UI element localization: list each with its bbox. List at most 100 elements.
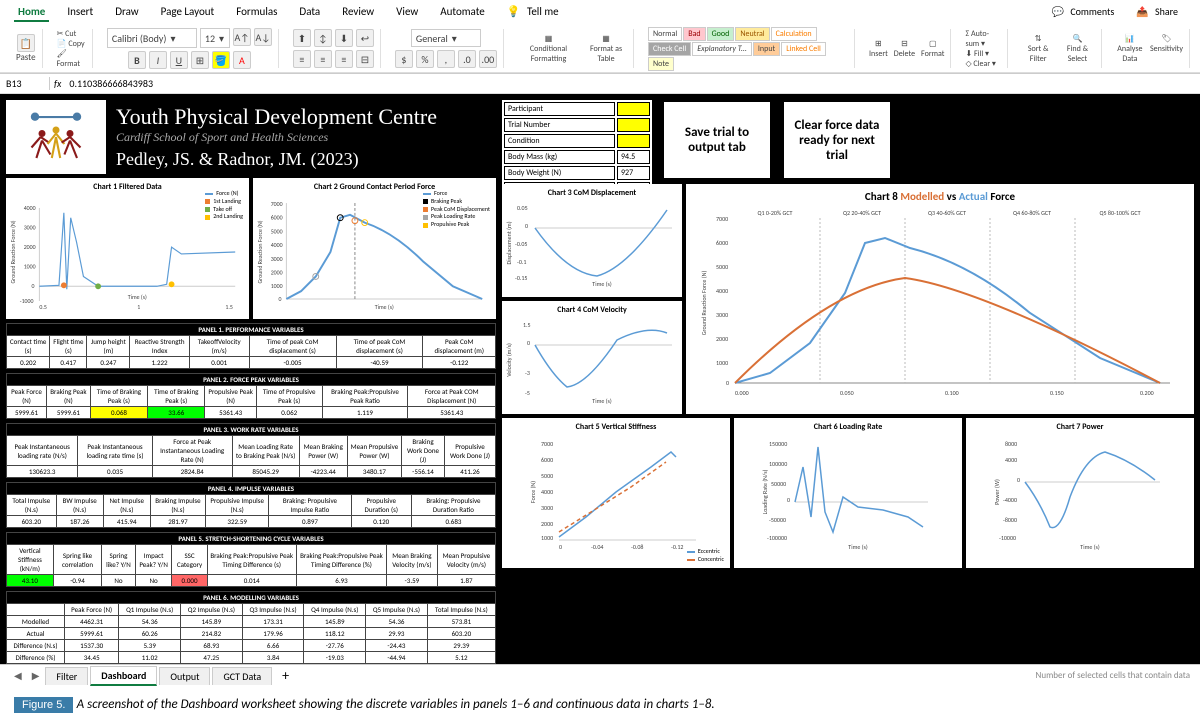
increase-decimal-icon[interactable]: .0 — [458, 50, 476, 68]
table-cell[interactable]: 0.120 — [351, 516, 411, 528]
table-cell[interactable]: 11.02 — [119, 652, 181, 664]
sheet-nav-next-icon[interactable]: ▶ — [28, 669, 44, 682]
table-cell[interactable]: 603.20 — [7, 516, 57, 528]
table-cell[interactable]: 130623.3 — [7, 466, 78, 478]
table-cell[interactable]: Spring like? Y/N — [102, 545, 135, 575]
table-cell[interactable]: 0.062 — [256, 407, 322, 419]
sheet-nav-prev-icon[interactable]: ◀ — [10, 669, 26, 682]
table-cell[interactable]: Braking Peak (N) — [47, 386, 91, 407]
table-cell[interactable]: 145.89 — [181, 616, 243, 628]
merge-button[interactable]: ⊟ — [356, 50, 374, 68]
table-cell[interactable]: SSC Category — [172, 545, 207, 575]
add-sheet-button[interactable]: + — [274, 667, 297, 684]
table-cell[interactable] — [7, 604, 65, 616]
table-cell[interactable]: 415.94 — [103, 516, 150, 528]
table-cell[interactable]: Propulsive Impulse (N.s) — [206, 495, 269, 516]
table-cell[interactable]: 0.683 — [411, 516, 495, 528]
table-cell[interactable]: 85045.29 — [232, 466, 299, 478]
table-cell[interactable]: 0.035 — [78, 466, 152, 478]
table-cell[interactable]: No — [102, 575, 135, 587]
save-trial-button[interactable]: Save trial to output tab — [662, 100, 772, 180]
style-neutral[interactable]: Neutral — [735, 27, 769, 41]
table-cell[interactable]: Peak Force (N) — [7, 386, 47, 407]
delete-cells-button[interactable]: ⊟Delete — [894, 39, 915, 59]
table-cell[interactable]: 0.001 — [189, 357, 249, 369]
tab-insert[interactable]: Insert — [63, 3, 97, 22]
table-cell[interactable]: -0.005 — [249, 357, 336, 369]
format-painter-button[interactable]: 🖌 Format — [57, 49, 86, 69]
align-right-icon[interactable]: ≡ — [335, 50, 353, 68]
sheet-tab-gct-data[interactable]: GCT Data — [212, 667, 272, 685]
share-button[interactable]: 📤 Share — [1132, 3, 1186, 22]
table-cell[interactable]: 47.25 — [181, 652, 243, 664]
table-cell[interactable]: BW Impulse (N.s) — [56, 495, 103, 516]
table-cell[interactable]: -40.59 — [336, 357, 423, 369]
table-cell[interactable]: 214.82 — [181, 628, 243, 640]
copy-button[interactable]: 📄 Copy — [57, 39, 85, 49]
table-cell[interactable]: TakeoffVelocity (m/s) — [189, 336, 249, 357]
table-cell[interactable]: Spring like correlation — [53, 545, 101, 575]
format-as-table-button[interactable]: ▦Format as Table — [585, 34, 627, 64]
table-cell[interactable]: Actual — [7, 628, 65, 640]
analyse-data-button[interactable]: 📊Analyse Data — [1116, 34, 1144, 64]
align-center-icon[interactable]: ≡ — [314, 50, 332, 68]
table-cell[interactable]: Vertical Stiffness (kN/m) — [7, 545, 54, 575]
table-cell[interactable]: Modelled — [7, 616, 65, 628]
table-cell[interactable]: Peak Instantaneous loading rate time (s) — [78, 436, 152, 466]
table-cell[interactable]: Braking: Propulsive Duration Ratio — [411, 495, 495, 516]
table-cell[interactable]: 3.84 — [242, 652, 304, 664]
font-name-select[interactable]: Calibri (Body) ▾ — [107, 28, 197, 48]
formula-input[interactable] — [65, 77, 1200, 90]
table-cell[interactable]: 3480.17 — [347, 466, 401, 478]
table-cell[interactable]: -44.94 — [366, 652, 428, 664]
wrap-text-button[interactable]: ↩ — [356, 29, 374, 47]
table-cell[interactable]: Q3 Impulse (N.s) — [242, 604, 304, 616]
autosum-button[interactable]: Σ Auto-sum ▾ — [965, 29, 1001, 49]
table-cell[interactable]: 5361.43 — [408, 407, 496, 419]
tab-automate[interactable]: Automate — [436, 3, 489, 22]
table-cell[interactable]: 34.45 — [65, 652, 119, 664]
table-cell[interactable]: Braking Work Done (J) — [402, 436, 445, 466]
clear-button[interactable]: ◇ Clear ▾ — [965, 59, 996, 69]
table-cell[interactable]: Propulsive Work Done (J) — [444, 436, 495, 466]
conditional-formatting-button[interactable]: ▦Conditional Formatting — [518, 34, 579, 64]
table-cell[interactable]: 94.5 — [617, 150, 650, 164]
table-cell[interactable]: Impact Peak? Y/N — [135, 545, 172, 575]
table-cell[interactable]: Time of Braking Peak (s) — [90, 386, 147, 407]
table-cell[interactable]: 0.417 — [50, 357, 87, 369]
number-format-select[interactable]: General ▾ — [411, 29, 481, 47]
table-cell[interactable]: Total Impulse (N.s) — [427, 604, 495, 616]
table-cell[interactable]: 2824.84 — [152, 466, 232, 478]
style-linked-cell[interactable]: Linked Cell — [781, 42, 826, 56]
fx-icon[interactable]: fx — [50, 77, 65, 90]
table-cell[interactable]: 118.12 — [304, 628, 366, 640]
tab-review[interactable]: Review — [338, 3, 378, 22]
table-cell[interactable]: 173.31 — [242, 616, 304, 628]
style-normal[interactable]: Normal — [648, 27, 682, 41]
style-note[interactable]: Note — [648, 57, 674, 71]
bold-button[interactable]: B — [128, 51, 146, 69]
align-left-icon[interactable]: ≡ — [293, 50, 311, 68]
table-cell[interactable]: Total Impulse (N.s) — [7, 495, 57, 516]
table-cell[interactable]: Braking Peak:Propulsive Peak Timing Diff… — [296, 545, 386, 575]
fill-button[interactable]: ⬇ Fill ▾ — [965, 49, 989, 59]
table-cell[interactable]: 5361.43 — [205, 407, 256, 419]
table-cell[interactable]: 5999.61 — [47, 407, 91, 419]
sensitivity-button[interactable]: 🏷Sensitivity — [1150, 34, 1183, 64]
table-cell[interactable]: Braking: Propulsive Impulse Ratio — [269, 495, 351, 516]
table-cell[interactable]: Condition — [504, 134, 615, 148]
table-cell[interactable]: Jump height (m) — [87, 336, 130, 357]
table-cell[interactable]: -19.03 — [304, 652, 366, 664]
format-cells-button[interactable]: ▢Format — [921, 39, 944, 59]
align-top-icon[interactable]: ⬆ — [293, 29, 311, 47]
table-cell[interactable]: Reactive Strength Index — [130, 336, 189, 357]
table-cell[interactable]: Q4 Impulse (N.s) — [304, 604, 366, 616]
table-cell[interactable]: Body Weight (N) — [504, 166, 615, 180]
tell-me[interactable]: 💡 Tell me — [503, 3, 567, 22]
table-cell[interactable]: Mean Loading Rate to Braking Peak (N/s) — [232, 436, 299, 466]
percent-icon[interactable]: % — [416, 50, 434, 68]
table-cell[interactable]: 0.068 — [90, 407, 147, 419]
font-size-select[interactable]: 12 ▾ — [200, 28, 230, 48]
table-cell[interactable]: 5.12 — [427, 652, 495, 664]
table-cell[interactable]: Propulsive Duration (s) — [351, 495, 411, 516]
